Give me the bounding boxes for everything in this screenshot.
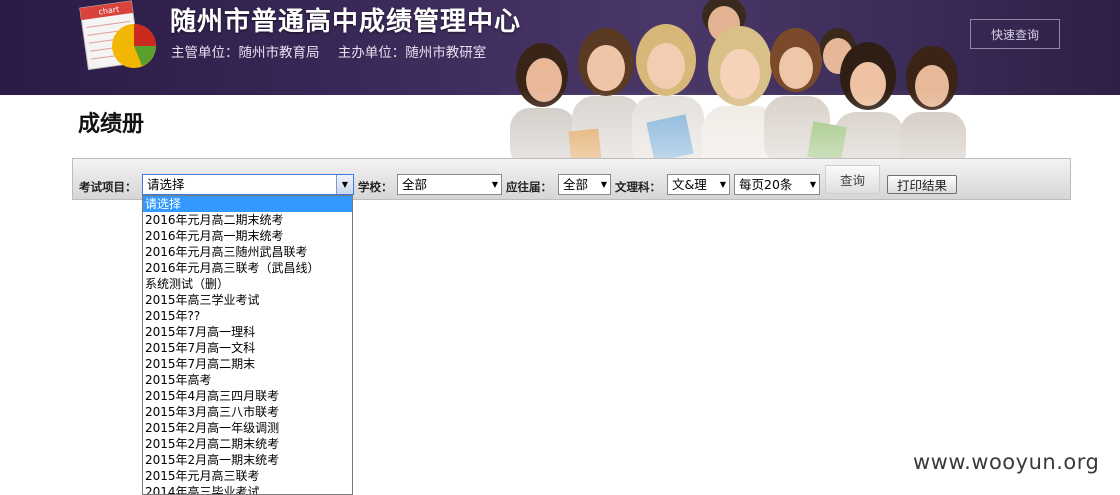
exam-option[interactable]: 2015年元月高三联考 [143, 468, 352, 484]
filter-bar: 考试项目： 请选择 ▼ 学校： 全部 ▼ 应往届： 全部 ▼ 文理科： 文&理 … [72, 158, 1071, 200]
school-label: 学校： [358, 180, 393, 194]
query-button[interactable]: 查询 [825, 165, 880, 194]
grad-status-select-value: 全部 [563, 177, 589, 192]
exam-select-value: 请选择 [147, 177, 185, 192]
chart-logo-icon: chart [79, 0, 156, 71]
host-unit: 主办单位：随州市教研室 [337, 45, 487, 61]
header-banner: chart 随州市普通高中成绩管理中心 主管单位：随州市教育局 主办单位：随州市… [0, 0, 1120, 95]
exam-option[interactable]: 2016年元月高三随州武昌联考 [143, 244, 352, 260]
grad-status-label: 应往届： [506, 180, 552, 194]
site-subtitle: 主管单位：随州市教育局 主办单位：随州市教研室 [171, 41, 500, 61]
exam-option[interactable]: 2016年元月高二期末统考 [143, 212, 352, 228]
exam-option[interactable]: 请选择 [143, 196, 352, 212]
chevron-down-icon: ▼ [491, 180, 498, 189]
exam-label: 考试项目： [79, 180, 137, 194]
exam-option[interactable]: 2014年高三毕业考试 [143, 484, 352, 494]
exam-option[interactable]: 2015年7月高一文科 [143, 340, 352, 356]
chevron-down-icon[interactable]: ▼ [336, 175, 353, 194]
supervisor-unit: 主管单位：随州市教育局 [171, 45, 320, 61]
exam-option[interactable]: 2015年?? [143, 308, 352, 324]
chevron-down-icon: ▼ [600, 180, 607, 189]
grad-status-select[interactable]: 全部 ▼ [558, 174, 611, 195]
quick-query-button[interactable]: 快速查询 [970, 19, 1060, 49]
school-select[interactable]: 全部 ▼ [397, 174, 502, 195]
school-select-value: 全部 [402, 177, 428, 192]
page-title: 成绩册 [78, 112, 145, 137]
chevron-down-icon: ▼ [719, 180, 726, 189]
exam-option[interactable]: 2015年2月高一期末统考 [143, 452, 352, 468]
exam-option[interactable]: 系统测试（删） [143, 276, 352, 292]
site-title: 随州市普通高中成绩管理中心 [170, 7, 522, 37]
exam-option[interactable]: 2015年4月高三四月联考 [143, 388, 352, 404]
exam-option[interactable]: 2015年3月高三八市联考 [143, 404, 352, 420]
exam-dropdown-list[interactable]: 请选择 2016年元月高二期末统考 2016年元月高一期末统考 2016年元月高三随州… [142, 195, 353, 495]
exam-option[interactable]: 2015年2月高二期末统考 [143, 436, 352, 452]
exam-option[interactable]: 2016年元月高三联考（武昌线） [143, 260, 352, 276]
track-select[interactable]: 文&理 ▼ [667, 174, 730, 195]
track-label: 文理科： [615, 180, 661, 194]
exam-select[interactable]: 请选择 ▼ [142, 174, 354, 195]
watermark: www.wooyun.org [913, 450, 1100, 474]
print-results-button[interactable]: 打印结果 [887, 175, 957, 194]
track-select-value: 文&理 [672, 177, 707, 192]
exam-option[interactable]: 2015年7月高一理科 [143, 324, 352, 340]
chevron-down-icon: ▼ [809, 180, 816, 189]
page-size-select-value: 每页20条 [739, 177, 793, 192]
exam-option[interactable]: 2015年高三学业考试 [143, 292, 352, 308]
exam-option[interactable]: 2016年元月高一期末统考 [143, 228, 352, 244]
exam-option[interactable]: 2015年7月高二期末 [143, 356, 352, 372]
page-size-select[interactable]: 每页20条 ▼ [734, 174, 820, 195]
exam-option[interactable]: 2015年高考 [143, 372, 352, 388]
exam-option[interactable]: 2015年2月高一年级调测 [143, 420, 352, 436]
